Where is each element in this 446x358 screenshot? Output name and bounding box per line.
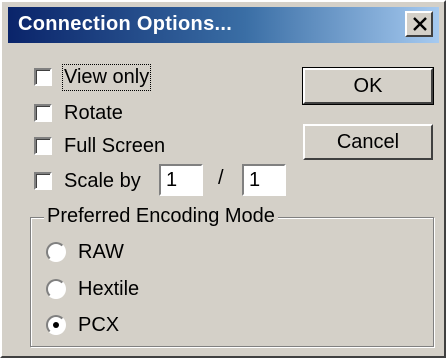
cancel-button[interactable]: Cancel [303, 124, 433, 160]
hextile-label: Hextile [78, 277, 140, 300]
connection-options-dialog: Connection Options... View only Rotate F… [0, 0, 446, 358]
title-bar[interactable]: Connection Options... [8, 7, 439, 43]
rotate-option[interactable]: Rotate [34, 99, 123, 127]
full-screen-checkbox[interactable] [34, 137, 52, 155]
close-x-icon [413, 17, 427, 31]
scale-separator: / [218, 167, 224, 189]
raw-label: RAW [78, 240, 124, 263]
scale-numerator-input[interactable]: 1 [159, 164, 203, 196]
dialog-title: Connection Options... [18, 13, 233, 35]
full-screen-option[interactable]: Full Screen [34, 132, 165, 160]
view-only-option[interactable]: View only [34, 63, 152, 91]
scale-denominator-input[interactable]: 1 [242, 164, 286, 196]
rotate-checkbox[interactable] [34, 104, 52, 122]
view-only-checkbox[interactable] [34, 68, 52, 86]
rotate-label: Rotate [64, 101, 123, 124]
hextile-radio[interactable] [46, 279, 66, 299]
scale-by-label: Scale by [64, 169, 141, 192]
close-button[interactable] [405, 11, 433, 37]
pcx-radio[interactable] [46, 315, 66, 335]
ok-button[interactable]: OK [302, 67, 434, 105]
encoding-raw-option[interactable]: RAW [46, 238, 124, 266]
encoding-group-label: Preferred Encoding Mode [44, 205, 278, 228]
scale-by-checkbox[interactable] [34, 172, 52, 190]
scale-by-option[interactable]: Scale by [34, 167, 141, 195]
encoding-pcx-option[interactable]: PCX [46, 311, 119, 339]
raw-radio[interactable] [46, 242, 66, 262]
view-only-label: View only [61, 63, 152, 91]
full-screen-label: Full Screen [64, 134, 166, 157]
pcx-label: PCX [78, 313, 120, 336]
encoding-hextile-option[interactable]: Hextile [46, 275, 139, 303]
